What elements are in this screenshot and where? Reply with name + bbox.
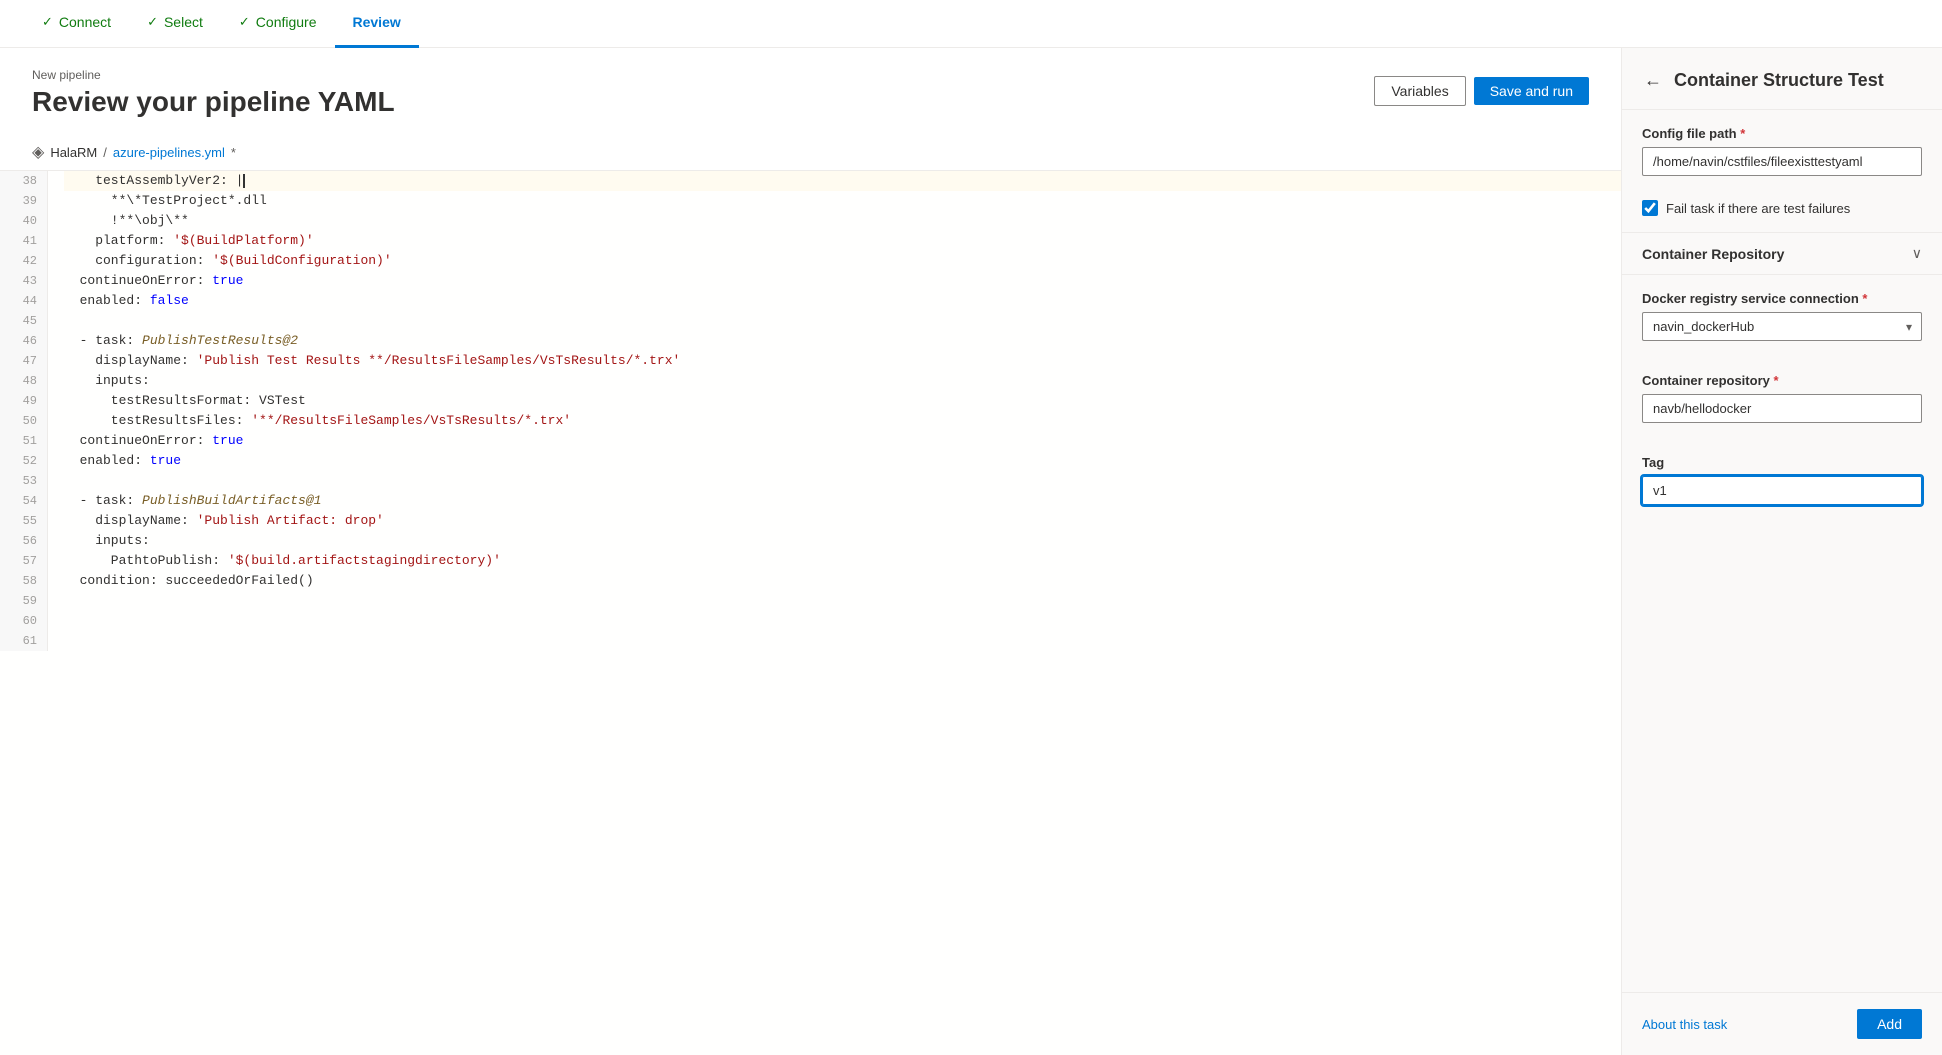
code-line-45 <box>64 311 1621 331</box>
code-line-46: - task: PublishTestResults@2 <box>64 331 1621 351</box>
code-line-49: testResultsFormat: VSTest <box>64 391 1621 411</box>
nav-step-connect[interactable]: ✓ Connect <box>24 0 129 48</box>
code-editor[interactable]: 3839404142434445464748495051525354555657… <box>0 171 1621 1055</box>
tag-input[interactable] <box>1642 476 1922 505</box>
code-line-50: testResultsFiles: '**/ResultsFileSamples… <box>64 411 1621 431</box>
add-button[interactable]: Add <box>1857 1009 1922 1039</box>
config-file-path-input[interactable] <box>1642 147 1922 176</box>
panel-bottom: About this task Add <box>1622 992 1942 1055</box>
back-button[interactable]: ← <box>1642 68 1664 93</box>
container-repo-label: Container repository * <box>1642 373 1922 388</box>
breadcrumb-repo[interactable]: HalaRM <box>50 145 97 160</box>
required-marker-2: * <box>1862 291 1867 306</box>
config-file-path-label: Config file path * <box>1642 126 1922 141</box>
breadcrumb-separator: / <box>103 145 107 160</box>
container-repository-title: Container Repository <box>1642 246 1784 262</box>
docker-registry-select[interactable]: navin_dockerHub <box>1642 312 1922 341</box>
required-marker: * <box>1740 126 1745 141</box>
nav-step-configure[interactable]: ✓ Configure <box>221 0 335 48</box>
code-line-41: platform: '$(BuildPlatform)' <box>64 231 1621 251</box>
chevron-down-icon: ∨ <box>1912 245 1922 262</box>
nav-label-review: Review <box>353 14 401 30</box>
top-nav: ✓ Connect ✓ Select ✓ Configure Review <box>0 0 1942 48</box>
breadcrumb-file[interactable]: azure-pipelines.yml <box>113 145 225 160</box>
required-marker-3: * <box>1773 373 1778 388</box>
check-icon-configure: ✓ <box>239 14 250 30</box>
container-repo-section: Container repository * <box>1622 357 1942 439</box>
code-line-60 <box>64 611 1621 631</box>
page-title: Review your pipeline YAML <box>32 86 395 118</box>
code-line-48: inputs: <box>64 371 1621 391</box>
tag-label: Tag <box>1642 455 1922 470</box>
code-line-44: enabled: false <box>64 291 1621 311</box>
code-line-43: continueOnError: true <box>64 271 1621 291</box>
docker-registry-label: Docker registry service connection * <box>1642 291 1922 306</box>
container-repo-input[interactable] <box>1642 394 1922 423</box>
repo-icon: ◈ <box>32 142 44 162</box>
code-line-53 <box>64 471 1621 491</box>
breadcrumb-modified: * <box>231 145 236 160</box>
code-line-40: !**\obj\** <box>64 211 1621 231</box>
code-line-38: testAssemblyVer2: | <box>64 171 1621 191</box>
code-content: testAssemblyVer2: | **\*TestProject*.dll… <box>48 171 1621 651</box>
config-file-path-section: Config file path * <box>1622 110 1942 192</box>
docker-registry-select-wrapper: navin_dockerHub ▾ <box>1642 312 1922 341</box>
tag-section: Tag <box>1622 439 1942 521</box>
code-line-54: - task: PublishBuildArtifacts@1 <box>64 491 1621 511</box>
docker-registry-section: Docker registry service connection * nav… <box>1622 275 1942 357</box>
nav-step-select[interactable]: ✓ Select <box>129 0 221 48</box>
code-line-39: **\*TestProject*.dll <box>64 191 1621 211</box>
code-line-52: enabled: true <box>64 451 1621 471</box>
panel-header: ← Container Structure Test <box>1622 48 1942 110</box>
fail-task-checkbox[interactable] <box>1642 200 1658 216</box>
right-panel: ← Container Structure Test Config file p… <box>1622 48 1942 1055</box>
save-run-button[interactable]: Save and run <box>1474 77 1589 105</box>
variables-button[interactable]: Variables <box>1374 76 1465 106</box>
editor-area: New pipeline Review your pipeline YAML V… <box>0 48 1622 1055</box>
panel-title: Container Structure Test <box>1674 70 1884 91</box>
code-line-58: condition: succeededOrFailed() <box>64 571 1621 591</box>
code-line-56: inputs: <box>64 531 1621 551</box>
code-line-59 <box>64 591 1621 611</box>
main-layout: New pipeline Review your pipeline YAML V… <box>0 48 1942 1055</box>
code-line-55: displayName: 'Publish Artifact: drop' <box>64 511 1621 531</box>
line-numbers: 3839404142434445464748495051525354555657… <box>0 171 48 651</box>
new-pipeline-label: New pipeline <box>32 68 395 82</box>
panel-spacer <box>1622 521 1942 992</box>
code-line-51: continueOnError: true <box>64 431 1621 451</box>
header-buttons: Variables Save and run <box>1374 76 1589 106</box>
code-line-42: configuration: '$(BuildConfiguration)' <box>64 251 1621 271</box>
nav-label-configure: Configure <box>256 14 317 30</box>
code-lines: 3839404142434445464748495051525354555657… <box>0 171 1621 651</box>
code-line-57: PathtoPublish: '$(build.artifactstagingd… <box>64 551 1621 571</box>
nav-step-review[interactable]: Review <box>335 0 419 48</box>
fail-task-label: Fail task if there are test failures <box>1666 201 1850 216</box>
about-task-link[interactable]: About this task <box>1642 1017 1727 1032</box>
page-header-left: New pipeline Review your pipeline YAML <box>32 68 395 118</box>
check-icon-connect: ✓ <box>42 14 53 30</box>
nav-label-connect: Connect <box>59 14 111 30</box>
fail-task-checkbox-row: Fail task if there are test failures <box>1622 192 1942 232</box>
container-repository-section[interactable]: Container Repository ∨ <box>1622 232 1942 275</box>
check-icon-select: ✓ <box>147 14 158 30</box>
nav-label-select: Select <box>164 14 203 30</box>
code-line-47: displayName: 'Publish Test Results **/Re… <box>64 351 1621 371</box>
file-breadcrumb: ◈ HalaRM / azure-pipelines.yml * <box>0 134 1621 171</box>
page-header: New pipeline Review your pipeline YAML V… <box>0 48 1621 134</box>
code-line-61 <box>64 631 1621 651</box>
